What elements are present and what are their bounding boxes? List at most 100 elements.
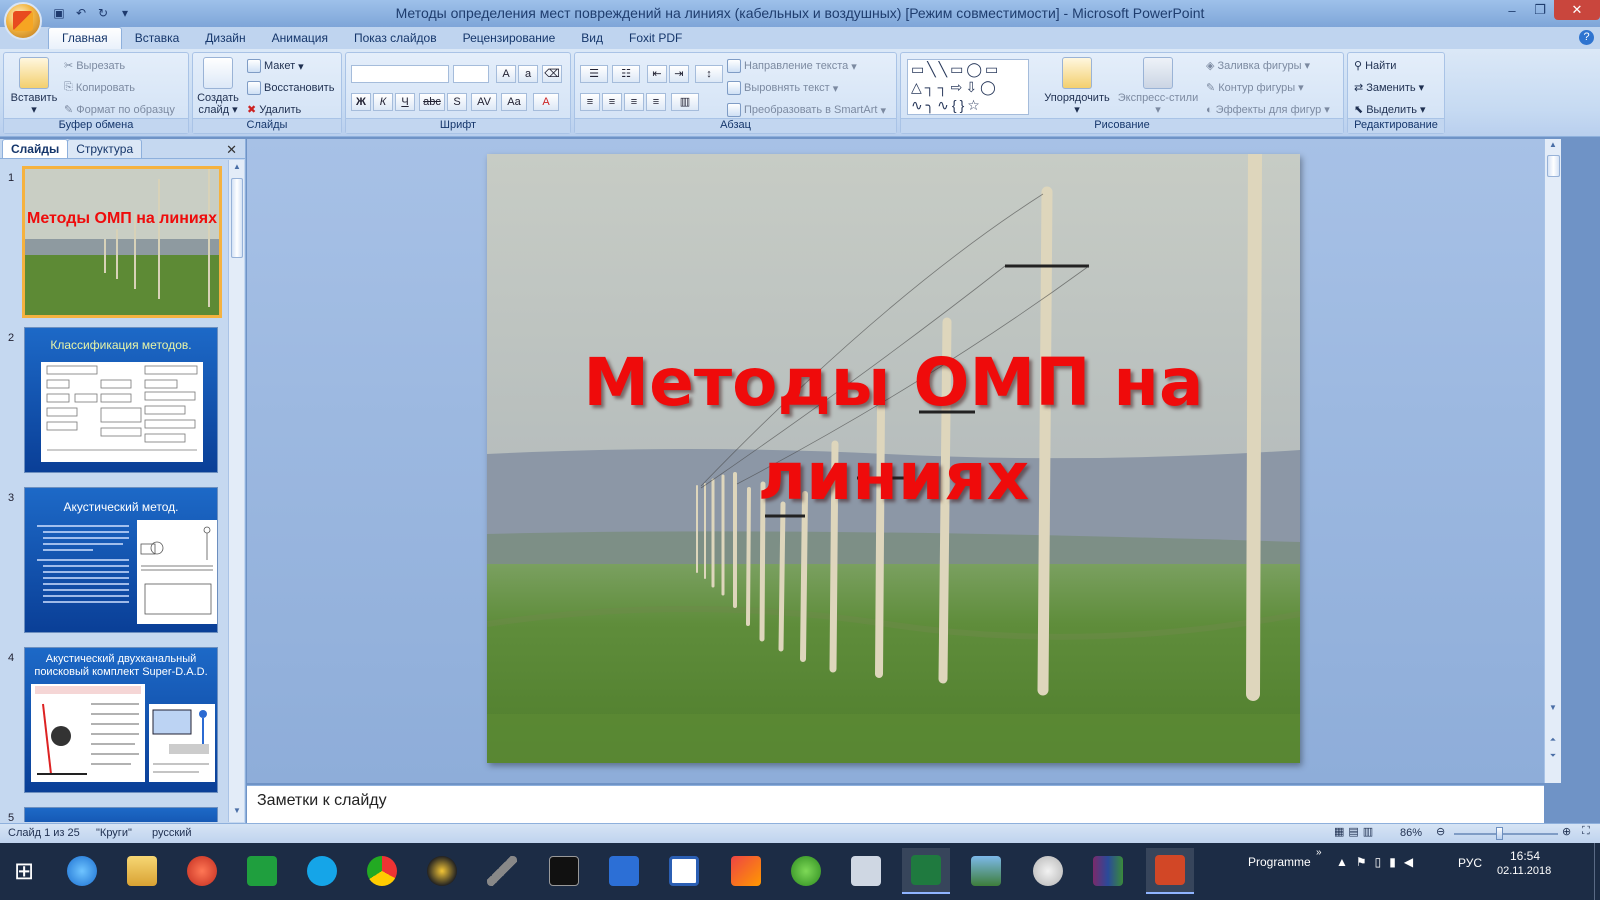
numbering-icon[interactable]: ☷	[612, 65, 640, 83]
excel-icon[interactable]	[902, 848, 950, 894]
layout-button[interactable]: Макет ▾	[247, 59, 304, 73]
bold-icon[interactable]: Ж	[351, 93, 371, 111]
shrink-font-icon[interactable]: a	[518, 65, 538, 83]
arrange-button[interactable]: Упорядочить ▾	[1041, 57, 1113, 116]
winrar-icon[interactable]	[1084, 848, 1132, 894]
delete-slide-button[interactable]: ✖ Удалить	[247, 103, 301, 117]
font-color-icon[interactable]: A	[533, 93, 559, 111]
tab-slides[interactable]: Слайды	[2, 139, 69, 158]
shadow-icon[interactable]: S	[447, 93, 467, 111]
slide-thumb-4[interactable]: Акустический двухканальный поисковый ком…	[24, 647, 218, 793]
slide-title[interactable]: Методы ОМП на линиях	[487, 336, 1300, 524]
checkmark-app-icon[interactable]	[722, 848, 770, 894]
zoom-in-icon[interactable]: ⊕	[1562, 825, 1571, 838]
cut-button[interactable]: ✂ Вырезать	[64, 59, 125, 73]
zoom-slider-knob[interactable]	[1495, 827, 1503, 840]
editor-scroll-thumb[interactable]	[1547, 155, 1560, 177]
columns-icon[interactable]: ▥	[671, 93, 699, 111]
tab-view[interactable]: Вид	[568, 28, 616, 49]
next-slide-icon[interactable]: ⏷	[1546, 751, 1560, 765]
current-slide[interactable]: Методы ОМП на линиях	[487, 154, 1300, 763]
clear-format-icon[interactable]: ⌫	[542, 65, 562, 83]
skype-icon[interactable]	[298, 848, 346, 894]
tab-outline[interactable]: Структура	[67, 139, 143, 158]
ccleaner-icon[interactable]	[178, 848, 226, 894]
paste-button[interactable]: Вставить ▾	[8, 57, 60, 116]
language-indicator[interactable]: русский	[152, 827, 191, 839]
scroll-up-icon[interactable]: ▲	[230, 162, 244, 176]
copy-button[interactable]: ⎘ Копировать	[64, 81, 135, 94]
zoom-level[interactable]: 86%	[1400, 827, 1422, 839]
underline-icon[interactable]: Ч	[395, 93, 415, 111]
justify-icon[interactable]: ≡	[646, 93, 666, 111]
file-explorer-icon[interactable]	[118, 848, 166, 894]
input-language[interactable]: РУС	[1458, 856, 1482, 870]
align-text-button[interactable]: Выровнять текст ▾	[727, 81, 838, 95]
slide-thumb-1[interactable]: Методы ОМП на линиях	[22, 166, 222, 318]
zoom-slider[interactable]	[1454, 827, 1558, 840]
font-size-combo[interactable]	[453, 65, 489, 83]
reset-button[interactable]: Восстановить	[247, 81, 334, 95]
scroll-down-icon[interactable]: ▼	[1546, 703, 1560, 717]
tab-home[interactable]: Главная	[48, 27, 122, 49]
tab-animation[interactable]: Анимация	[259, 28, 341, 49]
tray-icons[interactable]: ▲⚑▯▮◀	[1336, 855, 1421, 869]
decrease-indent-icon[interactable]: ⇤	[647, 65, 667, 83]
quick-styles-button[interactable]: Экспресс-стили ▾	[1117, 57, 1199, 116]
office-button[interactable]	[4, 2, 42, 40]
frog-app-icon[interactable]	[782, 848, 830, 894]
shape-fill-button[interactable]: ◈ Заливка фигуры ▾	[1206, 59, 1310, 73]
archicad-icon[interactable]	[418, 848, 466, 894]
tab-review[interactable]: Рецензирование	[450, 28, 569, 49]
panel-scroll-thumb[interactable]	[231, 178, 243, 258]
tab-slideshow[interactable]: Показ слайдов	[341, 28, 450, 49]
line-spacing-icon[interactable]: ↕	[695, 65, 723, 83]
start-button[interactable]: ⊞	[0, 848, 48, 894]
toolbar-expand-icon[interactable]: »	[1316, 847, 1322, 858]
view-buttons[interactable]: ▦▤▥	[1334, 825, 1377, 838]
fit-slide-icon[interactable]: ⛶	[1582, 825, 1590, 838]
italic-icon[interactable]: К	[373, 93, 393, 111]
powerpoint-taskbar-icon[interactable]	[1146, 848, 1194, 894]
tools-icon[interactable]	[600, 848, 648, 894]
store-icon[interactable]	[238, 848, 286, 894]
font-family-combo[interactable]	[351, 65, 449, 83]
notes-pane[interactable]: Заметки к слайду	[247, 785, 1544, 823]
scroll-up-icon[interactable]: ▲	[1546, 140, 1560, 154]
clock-time[interactable]: 16:54	[1510, 849, 1540, 863]
close-icon[interactable]: ✕	[1554, 0, 1600, 20]
tab-design[interactable]: Дизайн	[192, 28, 258, 49]
photo-viewer-icon[interactable]	[962, 848, 1010, 894]
text-direction-button[interactable]: Направление текста ▾	[727, 59, 857, 73]
calculator-icon[interactable]	[842, 848, 890, 894]
close-panel-icon[interactable]: ✕	[226, 142, 237, 158]
slide-thumb-5[interactable]	[24, 807, 218, 822]
programme-toolbar[interactable]: Programme	[1248, 855, 1311, 869]
panel-scrollbar[interactable]: ▲ ▼	[228, 160, 244, 822]
word-icon[interactable]	[660, 848, 708, 894]
restore-icon[interactable]: ❐	[1526, 0, 1554, 20]
chrome-icon[interactable]	[358, 848, 406, 894]
replace-button[interactable]: ⇄ Заменить ▾	[1354, 81, 1424, 95]
strikethrough-icon[interactable]: abc	[419, 93, 445, 111]
slide-thumb-2[interactable]: Классификация методов.	[24, 327, 218, 473]
increase-indent-icon[interactable]: ⇥	[669, 65, 689, 83]
align-center-icon[interactable]: ≡	[602, 93, 622, 111]
slide-thumb-3[interactable]: Акустический метод.	[24, 487, 218, 633]
new-slide-button[interactable]: Создать слайд ▾	[195, 57, 241, 116]
case-icon[interactable]: Aa	[501, 93, 527, 111]
tab-foxit-pdf[interactable]: Foxit PDF	[616, 28, 695, 49]
previous-slide-icon[interactable]: ⏶	[1546, 735, 1560, 749]
zoom-out-icon[interactable]: ⊖	[1436, 825, 1445, 838]
clock-date[interactable]: 02.11.2018	[1497, 865, 1551, 877]
paint-icon[interactable]	[1024, 848, 1072, 894]
shapes-gallery[interactable]: ▭╲╲▭◯▭ △┐┐⇨⇩◯ ∿╮∿{}☆	[907, 59, 1029, 115]
align-right-icon[interactable]: ≡	[624, 93, 644, 111]
shape-outline-button[interactable]: ✎ Контур фигуры ▾	[1206, 81, 1304, 95]
microphone-icon[interactable]	[478, 848, 526, 894]
format-painter-button[interactable]: ✎ Формат по образцу	[64, 103, 175, 117]
editor-scrollbar[interactable]: ▲ ▼ ⏶ ⏷	[1544, 139, 1561, 783]
minimize-icon[interactable]: –	[1498, 0, 1526, 20]
internet-explorer-icon[interactable]	[58, 848, 106, 894]
tab-insert[interactable]: Вставка	[122, 28, 193, 49]
